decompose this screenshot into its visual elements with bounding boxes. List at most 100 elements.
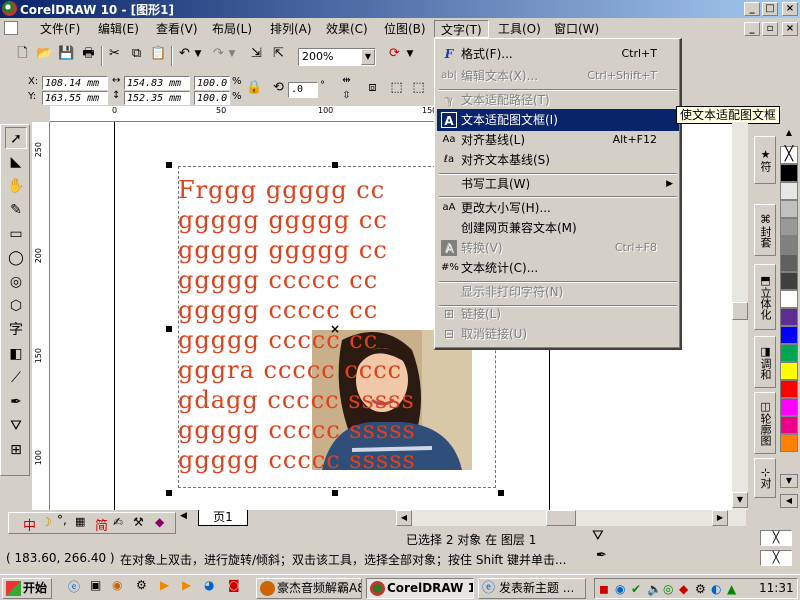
menu-item-link[interactable]: ⊞ 链接(L)	[437, 303, 679, 325]
menu-item-align-baseline[interactable]: Aa 对齐基线(L) Alt+F12	[437, 129, 679, 151]
launcher-dropdown-icon[interactable]: ▼	[404, 44, 416, 64]
spiral-tool-icon[interactable]: ◎	[5, 271, 27, 293]
ungroup-icon[interactable]: ⬚	[408, 78, 429, 98]
app-icon[interactable]: ◕	[204, 578, 220, 594]
task-forum-post[interactable]: ⓔ 发表新主题 ...	[478, 578, 586, 599]
fill-tool-icon[interactable]: ⛛	[5, 415, 27, 437]
menu-arrange[interactable]: 排列(A)	[264, 20, 318, 38]
combine-icon[interactable]: ⧈	[362, 78, 383, 98]
menu-file[interactable]: 文件(F)	[34, 20, 86, 38]
color-swatch[interactable]	[780, 254, 798, 272]
copy-icon[interactable]: ⧉	[126, 44, 147, 64]
vertical-ruler[interactable]: 250 200 150 100	[32, 122, 50, 510]
redo-dropdown-icon[interactable]: ▼	[226, 44, 238, 64]
menu-item-edit-text[interactable]: ab| 编辑文本(X)... Ctrl+Shift+T	[437, 65, 679, 87]
mirror-horizontal-icon[interactable]: ⇹	[336, 74, 357, 88]
color-swatch[interactable]	[780, 326, 798, 344]
doc-minimize-button[interactable]: _	[744, 22, 760, 36]
mirror-vertical-icon[interactable]: ⇳	[336, 89, 357, 103]
color-swatch[interactable]	[780, 380, 798, 398]
palette-scroll-down-icon[interactable]: ▼	[780, 474, 798, 488]
app-icon[interactable]: ◙	[228, 578, 244, 594]
tray-icon[interactable]: ⚙	[695, 582, 711, 598]
scroll-right-icon[interactable]: ▶	[712, 510, 728, 526]
palette-flyout-icon[interactable]: ◀	[780, 494, 798, 508]
show-desktop-icon[interactable]: ▣	[90, 578, 106, 594]
undo-dropdown-icon[interactable]: ▼	[192, 44, 204, 64]
menu-item-writing-tools[interactable]: 书写工具(W) ▶	[437, 173, 679, 195]
ellipse-tool-icon[interactable]: ◯	[5, 247, 27, 269]
cut-icon[interactable]: ✂	[104, 44, 125, 64]
fill-indicator-icon[interactable]: ⛛	[592, 528, 604, 544]
horizontal-scrollbar[interactable]: ◀ ▶	[396, 510, 746, 526]
text-line[interactable]: ggggg ggggg cc	[178, 236, 388, 264]
tray-icon[interactable]: ◼	[599, 582, 615, 598]
docker-tab-contour[interactable]: ◫轮廓图	[754, 392, 776, 454]
tray-icon[interactable]: ◉	[615, 582, 631, 598]
docker-tab-envelope[interactable]: ⌘封套	[754, 204, 776, 256]
docker-tab-more[interactable]: ⊹对	[754, 458, 776, 498]
volume-icon[interactable]: 🔈	[647, 582, 663, 598]
close-button[interactable]: ×	[782, 2, 798, 16]
menu-item-fit-text-to-frame[interactable]: A 文本适配图文框(I)	[437, 109, 679, 131]
media-player-icon[interactable]: ▶	[160, 578, 176, 594]
import-icon[interactable]: ⇲	[246, 44, 267, 64]
app-icon[interactable]: ◉	[112, 578, 128, 594]
export-icon[interactable]: ⇱	[268, 44, 289, 64]
text-line[interactable]: Frggg ggggg cc	[178, 176, 385, 204]
outline-tool-icon[interactable]: ✒	[5, 391, 27, 413]
menu-item-change-case[interactable]: aA 更改大小写(H)...	[437, 197, 679, 219]
color-swatch[interactable]	[780, 182, 798, 200]
menu-effects[interactable]: 效果(C)	[320, 20, 374, 38]
vertical-scrollbar[interactable]: ▼	[732, 122, 748, 510]
menu-item-format[interactable]: F 格式(F)... Ctrl+T	[437, 43, 679, 65]
menu-layout[interactable]: 布局(L)	[206, 20, 258, 38]
punct-icon[interactable]: °,	[57, 513, 67, 527]
outline-swatch[interactable]: ╳	[760, 550, 792, 566]
menu-item-text-statistics[interactable]: #% 文本统计(C)...	[437, 257, 679, 279]
menu-item-straighten-text[interactable]: ℓa 对齐文本基线(S)	[437, 149, 679, 171]
menu-tools[interactable]: 工具(O)	[492, 20, 547, 38]
zoom-select[interactable]: 200% ▼	[298, 48, 376, 66]
scroll-left-icon[interactable]: ◀	[396, 510, 412, 526]
minimize-button[interactable]: _	[744, 2, 760, 16]
coreldraw-app-icon[interactable]	[2, 1, 17, 16]
horizontal-scroll-thumb[interactable]	[546, 510, 576, 526]
tray-icon[interactable]: ◆	[679, 582, 695, 598]
text-tool-icon[interactable]: 字	[5, 319, 27, 341]
lock-ratio-icon[interactable]: 🔒	[244, 78, 265, 98]
selection-handle[interactable]	[332, 162, 338, 168]
y-position-field[interactable]: 163.55 mm	[42, 91, 108, 105]
task-coreldraw[interactable]: CorelDRAW 1...	[366, 578, 474, 599]
menu-item-web-compatible-text[interactable]: 创建网页兼容文本(M)	[437, 217, 679, 239]
docker-tab-blend[interactable]: ◨调和	[754, 336, 776, 388]
text-line[interactable]: ggggg ccccc sssss	[178, 446, 416, 474]
docker-tab-extrude[interactable]: ⬒立体化	[754, 264, 776, 330]
page-tab[interactable]: 页1	[198, 510, 248, 526]
color-swatch[interactable]	[780, 290, 798, 308]
scale-y-field[interactable]: 100.0	[194, 91, 230, 105]
tray-icon[interactable]: ▲	[727, 582, 743, 598]
selection-handle[interactable]	[166, 326, 172, 332]
maximize-button[interactable]: □	[762, 2, 778, 16]
height-field[interactable]: 152.35 mm	[124, 91, 190, 105]
polygon-tool-icon[interactable]: ⬡	[5, 295, 27, 317]
application-launcher-icon[interactable]: ⟳	[384, 44, 405, 64]
selection-handle[interactable]	[166, 490, 172, 496]
new-icon[interactable]: 🗋	[12, 44, 33, 64]
no-color-swatch[interactable]: ╳	[780, 146, 798, 164]
interactive-tool-icon[interactable]: ⊞	[5, 439, 27, 461]
pick-tool-icon[interactable]: ➚	[5, 127, 27, 149]
text-line[interactable]: gdagg ccccc sssss	[178, 386, 415, 414]
rotate-icon[interactable]: ⟲	[268, 78, 289, 98]
eyedropper-tool-icon[interactable]: ⟋	[5, 367, 27, 389]
save-icon[interactable]: 💾	[56, 44, 77, 64]
text-line[interactable]: ggggg ccccc cc	[178, 266, 378, 294]
selection-handle[interactable]	[498, 490, 504, 496]
color-swatch[interactable]	[780, 344, 798, 362]
color-swatch[interactable]	[780, 218, 798, 236]
chevron-down-icon[interactable]: ▼	[361, 49, 375, 65]
color-swatch[interactable]	[780, 434, 798, 452]
menu-window[interactable]: 窗口(W)	[548, 20, 605, 38]
doc-close-button[interactable]: ×	[782, 22, 798, 36]
